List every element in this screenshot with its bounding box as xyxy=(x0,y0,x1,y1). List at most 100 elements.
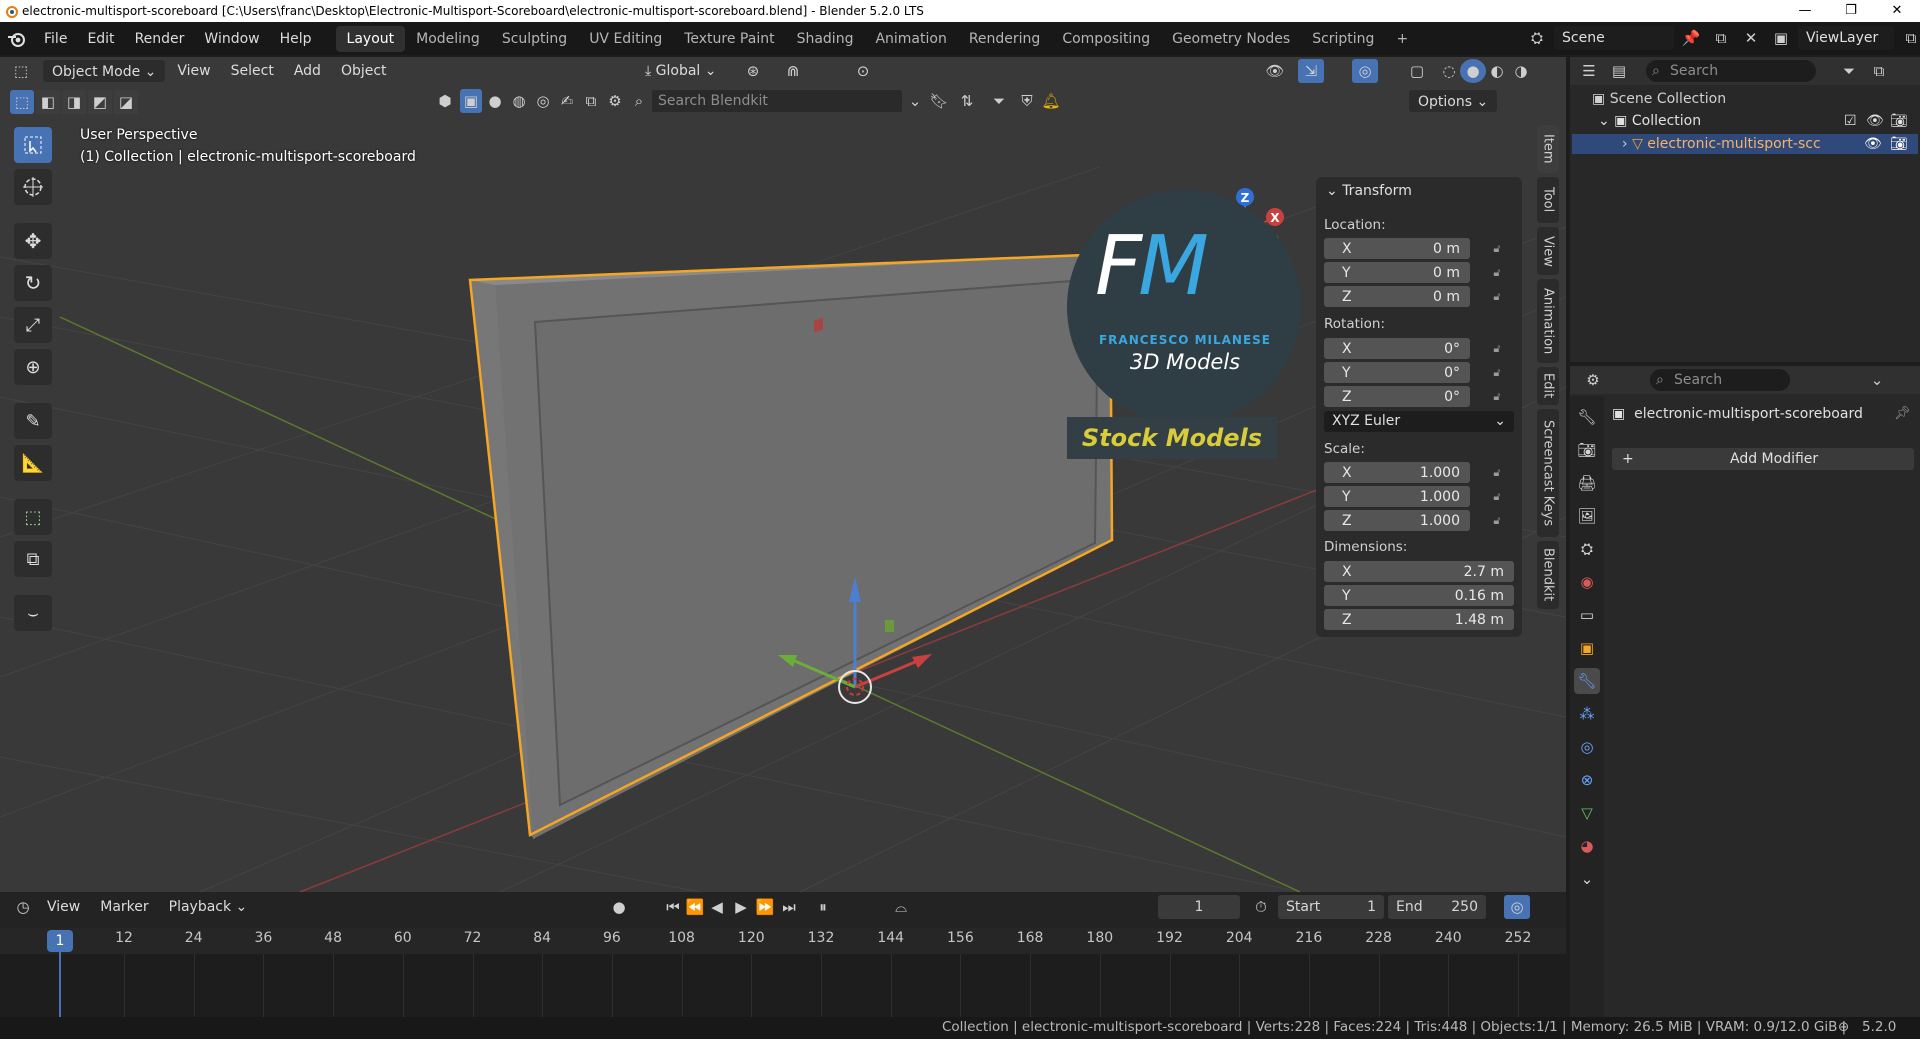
sidetab-view[interactable]: View xyxy=(1537,227,1559,275)
menu-view[interactable]: View xyxy=(168,59,219,83)
visibility-icon[interactable]: 👁 xyxy=(1262,59,1288,83)
data-tab-icon[interactable]: ▽ xyxy=(1574,800,1600,826)
new-collection-icon[interactable]: ⧉ xyxy=(1866,59,1892,83)
current-frame-field[interactable]: 1 xyxy=(1158,895,1240,919)
asset-model-icon[interactable]: ▣ xyxy=(460,89,482,113)
bookmark-icon[interactable]: 🔖︎ xyxy=(928,89,950,113)
solid-shading-icon[interactable]: ● xyxy=(1460,59,1486,83)
extrude-tool[interactable]: ⧉ xyxy=(14,541,52,577)
menu-add[interactable]: Add xyxy=(285,59,330,83)
keying-icon[interactable]: ⌓ xyxy=(888,895,914,919)
start-frame-field[interactable]: Start 1 xyxy=(1278,895,1384,919)
material-tab-icon[interactable]: ◕ xyxy=(1574,833,1600,859)
timeline-track[interactable]: 12 24 36 48 60 72 84 96 108 120 132 144 156 168 180 192… xyxy=(0,928,1566,1017)
location-z-field[interactable]: Z 0 m xyxy=(1324,286,1470,307)
playhead-frame-label[interactable]: 1 xyxy=(47,930,73,952)
timeline-menu-marker[interactable]: Marker xyxy=(91,895,157,919)
sidetab-item[interactable]: Item xyxy=(1537,125,1559,173)
tab-compositing[interactable]: Compositing xyxy=(1051,26,1161,52)
material-shading-icon[interactable]: ◐ xyxy=(1484,59,1510,83)
new-scene-icon[interactable]: ⧉ xyxy=(1708,26,1734,50)
lock-icon[interactable]: 🔓︎ xyxy=(1490,266,1504,280)
select-box-tool[interactable] xyxy=(14,127,52,163)
lock-icon[interactable]: 🔓︎ xyxy=(1490,242,1504,256)
render-tab-icon[interactable]: 📷︎ xyxy=(1574,437,1600,463)
lock-icon[interactable]: 🔓︎ xyxy=(1490,366,1504,380)
blender-menu-icon[interactable] xyxy=(6,30,28,48)
location-y-field[interactable]: Y 0 m xyxy=(1324,262,1470,283)
add-modifier-button[interactable]: + Add Modifier xyxy=(1612,448,1914,470)
next-keyframe-icon[interactable]: ⏩ xyxy=(752,895,778,919)
snap-icon[interactable]: ⋒ xyxy=(780,59,806,83)
asset-brush-icon[interactable]: ✍ xyxy=(556,89,578,113)
sidetab-edit[interactable]: Edit xyxy=(1537,367,1559,405)
sidetab-animation[interactable]: Animation xyxy=(1537,279,1559,363)
pin-icon[interactable]: 📌︎ xyxy=(1894,406,1911,421)
constraints-tab-icon[interactable]: ⊗ xyxy=(1574,767,1600,793)
output-tab-icon[interactable]: 🖨︎ xyxy=(1574,470,1600,496)
sidetab-tool[interactable]: Tool xyxy=(1537,177,1559,223)
eye-icon[interactable]: 👁︎ xyxy=(1864,134,1882,154)
tab-animation[interactable]: Animation xyxy=(864,26,957,52)
lock-icon[interactable]: 🔓︎ xyxy=(1490,390,1504,404)
proportional-edit-icon[interactable]: ⊙ xyxy=(850,59,876,83)
properties-search-input[interactable]: ⌕ Search xyxy=(1650,369,1790,391)
rotation-mode-dropdown[interactable]: XYZ Euler ⌄ xyxy=(1324,411,1514,432)
object-tab-icon[interactable]: ▣ xyxy=(1574,635,1600,661)
end-frame-field[interactable]: End 250 xyxy=(1388,895,1486,919)
rotation-y-field[interactable]: Y 0° xyxy=(1324,362,1470,383)
collection-tab-icon[interactable]: ▭ xyxy=(1574,602,1600,628)
xray-icon[interactable]: ▢ xyxy=(1404,59,1430,83)
record-icon[interactable]: ● xyxy=(606,895,632,919)
transform-tool[interactable]: ⊕ xyxy=(14,349,52,385)
timeline-menu-playback[interactable]: Playback ⌄ xyxy=(160,895,257,919)
move-tool[interactable]: ✥ xyxy=(14,223,52,259)
display-mode-icon[interactable]: ▤ xyxy=(1606,59,1632,83)
transform-panel-header[interactable]: ⌄ Transform xyxy=(1326,183,1412,199)
measure-tool[interactable]: 📐 xyxy=(14,445,52,481)
scale-y-field[interactable]: Y 1.000 xyxy=(1324,486,1470,507)
orientation-dropdown[interactable]: ⤓ Global ⌄ xyxy=(636,59,726,83)
add-workspace-icon[interactable]: + xyxy=(1385,26,1419,52)
physics-tab-icon[interactable]: ◎ xyxy=(1574,734,1600,760)
location-x-field[interactable]: X 0 m xyxy=(1324,238,1470,259)
scene-icon[interactable]: ⛭ xyxy=(1524,26,1550,50)
dimensions-x-field[interactable]: X 2.7 m xyxy=(1324,561,1514,582)
cursor-tool[interactable] xyxy=(14,169,52,205)
tab-sculpting[interactable]: Sculpting xyxy=(491,26,578,52)
outliner-object-row[interactable]: › ▽ electronic-multisport-scc 👁︎ 📷︎ xyxy=(1572,134,1918,154)
menu-help[interactable]: Help xyxy=(270,26,322,52)
sync-icon[interactable]: ⏸ xyxy=(810,895,836,919)
chevron-down-icon[interactable]: ⌄ xyxy=(904,89,926,113)
scale-x-field[interactable]: X 1.000 xyxy=(1324,462,1470,483)
tab-scripting[interactable]: Scripting xyxy=(1301,26,1385,52)
maximize-button[interactable]: ❐ xyxy=(1828,0,1874,22)
editor-type-icon[interactable]: ⬚ xyxy=(8,59,34,83)
menu-edit[interactable]: Edit xyxy=(77,26,124,52)
blendkit-logo-icon[interactable]: ⬢ xyxy=(432,89,458,113)
outliner-scene-collection[interactable]: ▣ Scene Collection xyxy=(1592,91,1726,107)
tab-shading[interactable]: Shading xyxy=(786,26,865,52)
dimensions-z-field[interactable]: Z 1.48 m xyxy=(1324,609,1514,630)
outliner-search-input[interactable]: ⌕ Search xyxy=(1646,60,1816,82)
close-button[interactable]: ✕ xyxy=(1874,0,1920,22)
eye-icon[interactable]: 👁︎ xyxy=(1866,113,1884,129)
pin-icon[interactable]: 📌 xyxy=(1678,26,1704,50)
scene-field[interactable]: Scene xyxy=(1554,26,1674,50)
playhead-line[interactable] xyxy=(59,952,61,1017)
minimize-button[interactable]: — xyxy=(1782,0,1828,22)
select-extend-icon[interactable]: ◧ xyxy=(36,90,60,114)
tab-uv-editing[interactable]: UV Editing xyxy=(578,26,673,52)
view-layer-field[interactable]: ViewLayer xyxy=(1798,26,1894,50)
annotate-tool[interactable]: ✎ xyxy=(14,403,52,439)
lock-icon[interactable]: 🔓︎ xyxy=(1490,490,1504,504)
lock-icon[interactable]: 🔓︎ xyxy=(1490,290,1504,304)
auto-keying-icon[interactable]: ◎ xyxy=(1504,895,1530,919)
wireframe-shading-icon[interactable]: ◌ xyxy=(1436,59,1462,83)
timeline-editor-icon[interactable]: ◷ xyxy=(10,895,36,919)
curve-tool[interactable]: ⌣ xyxy=(14,595,52,631)
blendkit-search-input[interactable]: Search Blendkit xyxy=(652,90,902,112)
shield-icon[interactable]: ⛨ xyxy=(1016,89,1038,113)
rotation-z-field[interactable]: Z 0° xyxy=(1324,386,1470,407)
timeline-menu-view[interactable]: View xyxy=(38,895,89,919)
